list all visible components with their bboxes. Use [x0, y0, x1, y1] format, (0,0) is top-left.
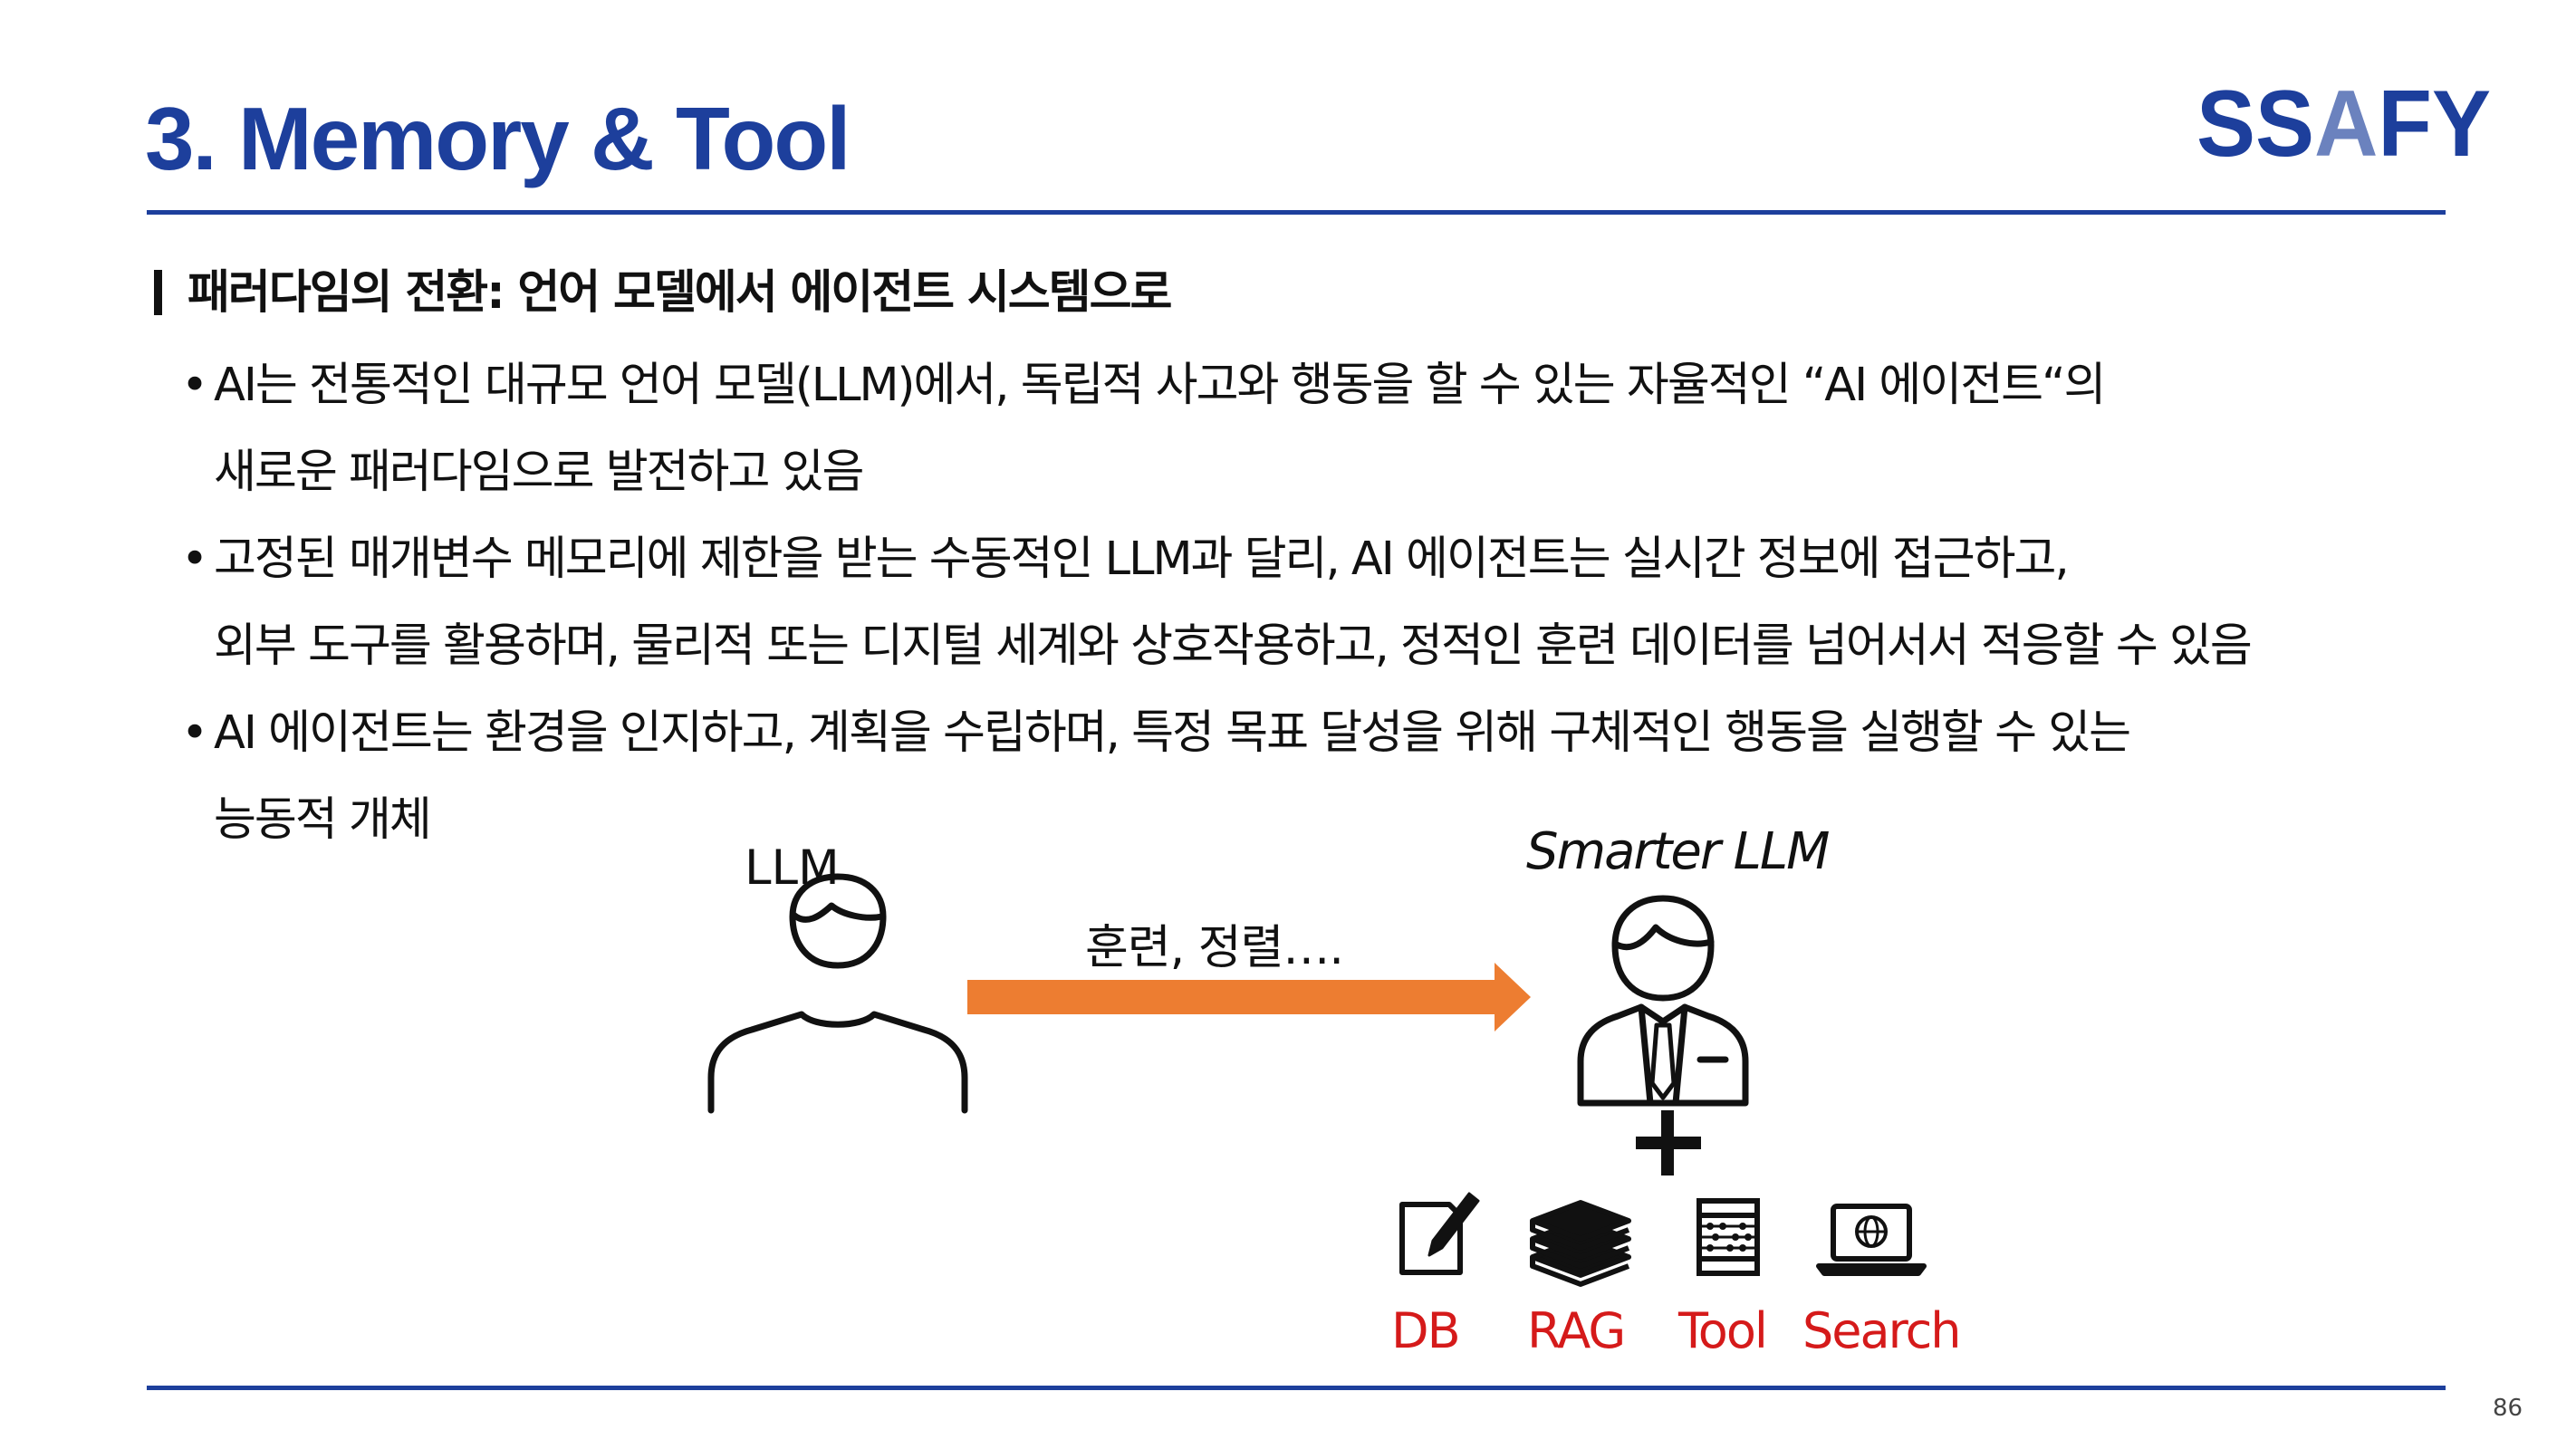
- plus-icon: [1636, 1110, 1701, 1176]
- tool-label-db: DB: [1391, 1302, 1461, 1359]
- laptop-globe-icon: [1816, 1204, 1927, 1276]
- business-person-icon: [1577, 895, 1749, 1107]
- books-stack-icon: [1530, 1200, 1631, 1287]
- agent-diagram: [707, 873, 1927, 1287]
- training-arrow-icon: [967, 963, 1531, 1032]
- document-pencil-icon: [1399, 1192, 1480, 1275]
- page-number: 86: [2493, 1395, 2523, 1422]
- tool-label-rag: RAG: [1527, 1302, 1626, 1359]
- footer-divider: [147, 1386, 2446, 1390]
- tool-label-search: Search: [1802, 1302, 1962, 1359]
- person-icon: [707, 873, 968, 1114]
- tool-label-tool: Tool: [1678, 1302, 1768, 1359]
- abacus-icon: [1697, 1198, 1760, 1276]
